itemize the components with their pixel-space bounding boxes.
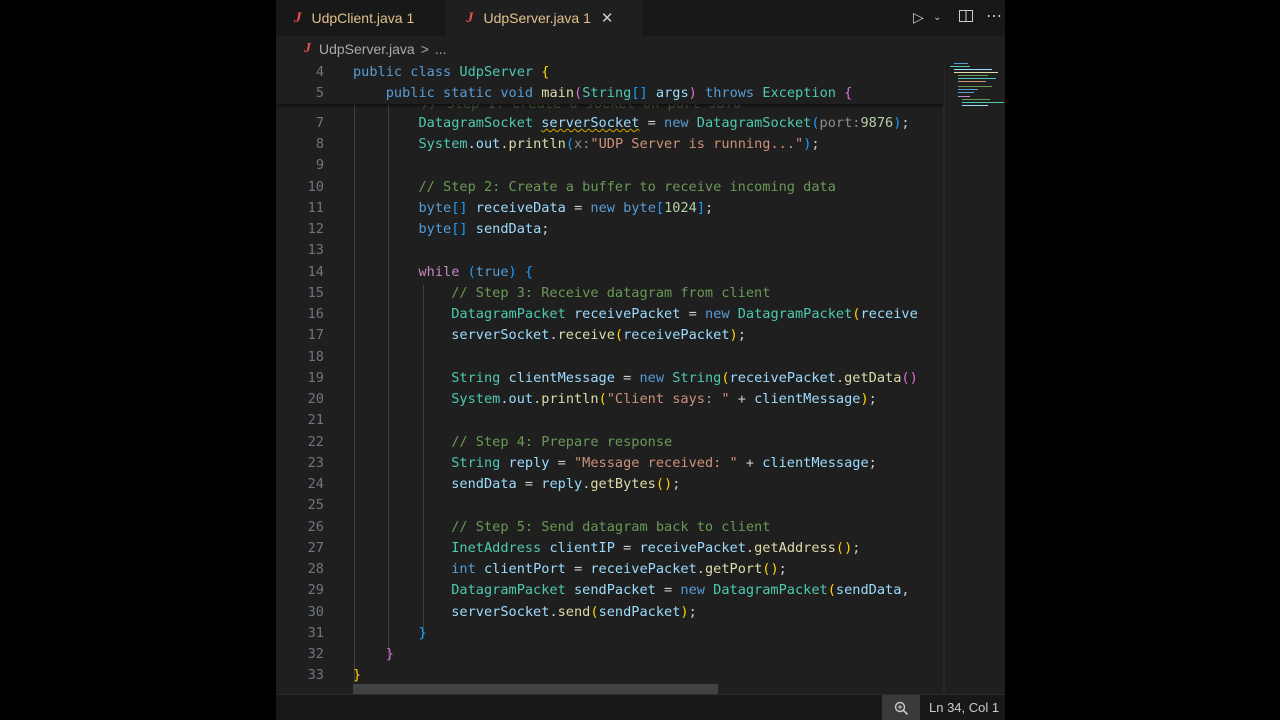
breadcrumb-more[interactable]: ... [435,41,447,57]
java-file-icon: J [304,41,311,56]
chevron-down-icon[interactable]: ⌄ [933,12,941,23]
split-editor-icon[interactable] [958,8,974,27]
code-line-29: 29 DatagramPacket sendPacket = new Datag… [307,582,910,598]
status-bar: Ln 34, Col 1 [276,694,1005,720]
code-line-12: 12 byte[] sendData; [307,221,550,237]
java-file-icon: J [466,9,474,26]
run-icon[interactable]: ▷ [913,9,924,26]
code-line-27: 27 InetAddress clientIP = receivePacket.… [307,540,861,556]
sticky-scroll-header[interactable]: 4 public class UdpServer { 5 public stati… [276,62,943,104]
tab-udpserver[interactable]: J UdpServer.java 1 ✕ [446,0,642,36]
breadcrumb-separator: > [420,41,429,57]
minimap-line [962,105,988,106]
code-line-31: 31 } [307,625,427,641]
sticky-line-5[interactable]: 5 public static void main(String[] args)… [276,83,1005,104]
more-actions-icon[interactable]: ⋯ [986,6,1002,26]
tab-bar: J UdpClient.java 1 J UdpServer.java 1 ✕ … [276,0,1005,36]
code-line-11: 11 byte[] receiveData = new byte[1024]; [307,200,714,216]
java-file-icon: J [294,9,302,26]
tab-label: UdpServer.java 1 [483,10,591,26]
code-line-19: 19 String clientMessage = new String(rec… [307,370,918,386]
breadcrumb: J UdpServer.java > ... [276,38,447,60]
vertical-scrollbar-track[interactable] [943,62,945,692]
code-area[interactable]: 7 DatagramSocket serverSocket = new Data… [276,62,943,694]
code-line-28: 28 int clientPort = receivePacket.getPor… [307,561,787,577]
breadcrumb-file[interactable]: UdpServer.java [319,41,415,57]
code-line-26: 26 // Step 5: Send datagram back to clie… [307,519,771,535]
code-line-17: 17 serverSocket.receive(receivePacket); [307,327,746,343]
code-line-18: 18 [307,349,324,365]
code-line-10: 10 // Step 2: Create a buffer to receive… [307,179,836,195]
close-icon[interactable]: ✕ [601,9,614,27]
tab-label: UdpClient.java 1 [311,10,415,26]
tab-udpclient[interactable]: J UdpClient.java 1 [276,0,462,36]
code-line-33: 33} [307,667,362,683]
code-line-9: 9 [315,157,324,173]
code-editor: J UdpClient.java 1 J UdpServer.java 1 ✕ … [276,0,1005,720]
code-line-16: 16 DatagramPacket receivePacket = new Da… [307,306,918,322]
code-line-24: 24 sendData = reply.getBytes(); [307,476,681,492]
code-line-22: 22 // Step 4: Prepare response [307,434,673,450]
code-line-13: 13 [307,242,324,258]
cursor-position[interactable]: Ln 34, Col 1 [929,700,999,715]
zoom-icon[interactable] [882,695,920,720]
code-line-23: 23 String reply = "Message received: " +… [307,455,877,471]
code-line-30: 30 serverSocket.send(sendPacket); [307,604,697,620]
code-line-15: 15 // Step 3: Receive datagram from clie… [307,285,771,301]
code-line-32: 32 } [307,646,394,662]
sticky-line-4[interactable]: 4 public class UdpServer { [276,62,1005,83]
code-line-21: 21 [307,412,324,428]
horizontal-scrollbar-thumb[interactable] [353,684,718,694]
code-line-20: 20 System.out.println("Client says: " + … [307,391,877,407]
code-line-8: 8 System.out.println(x:"UDP Server is ru… [315,136,820,152]
code-line-7: 7 DatagramSocket serverSocket = new Data… [315,115,910,131]
code-line-25: 25 [307,497,324,513]
code-line-14: 14 while (true) { [307,264,534,280]
